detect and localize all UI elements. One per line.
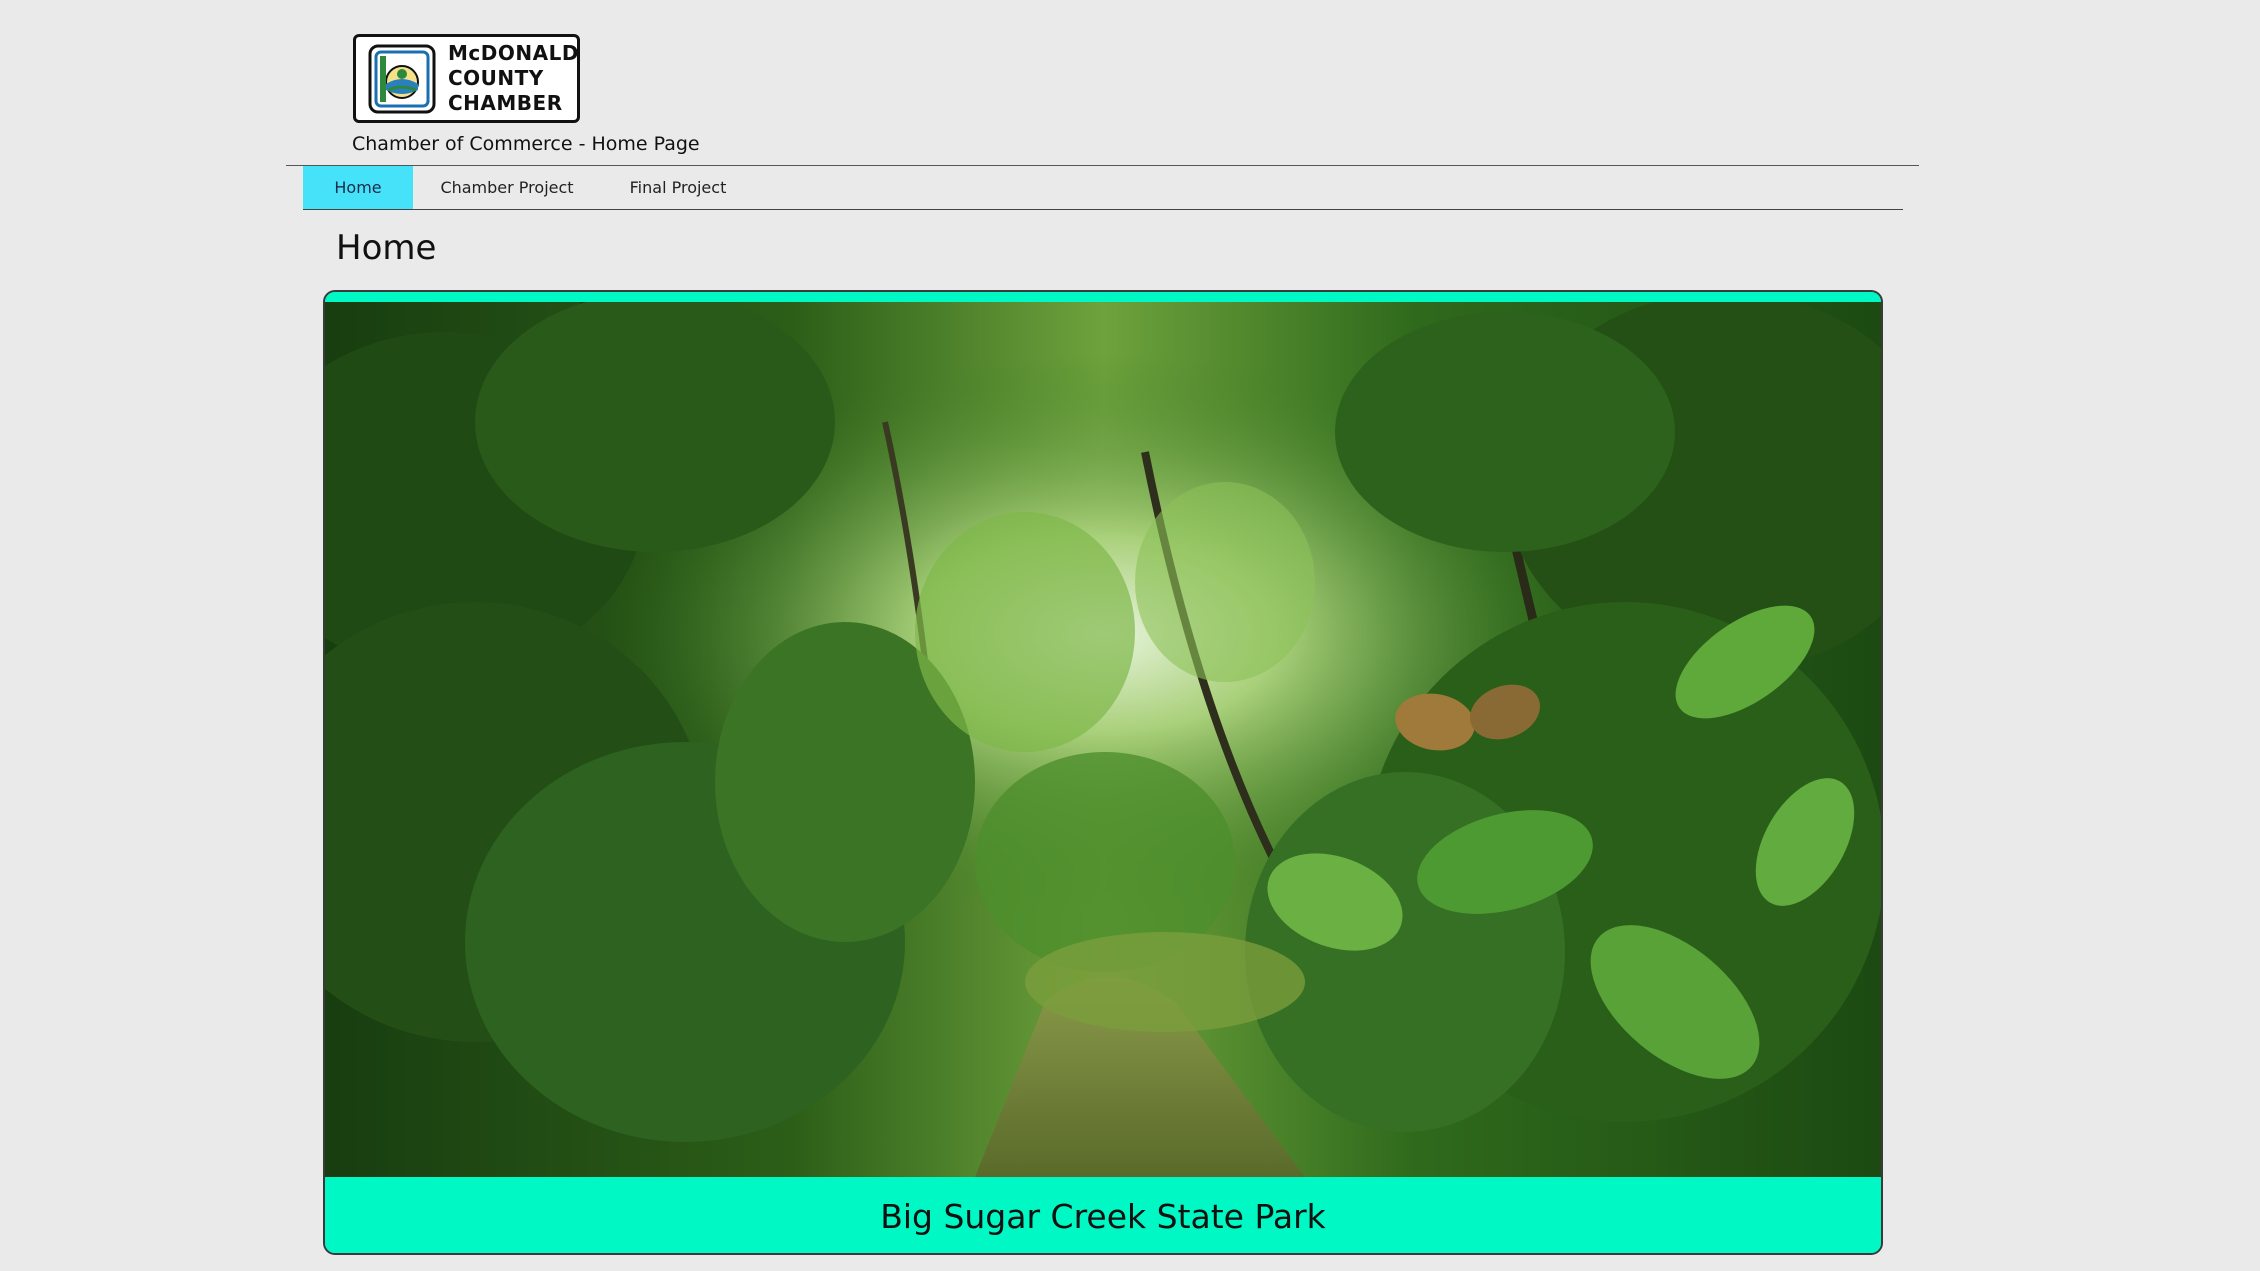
logo-line-1: McDONALD (448, 41, 579, 65)
logo-line-2: COUNTY (448, 66, 544, 90)
forest-trail-photo[interactable] (325, 302, 1881, 1177)
site-subtitle: Chamber of Commerce - Home Page (352, 133, 700, 155)
nav-item-chamber-project[interactable]: Chamber Project (413, 166, 601, 209)
site-logo[interactable]: McDONALD COUNTY CHAMBER (353, 34, 580, 123)
nav-item-home[interactable]: Home (303, 166, 413, 209)
nav-item-final-project[interactable]: Final Project (601, 166, 755, 209)
page-title: Home (336, 228, 437, 268)
nav-divider (303, 209, 1903, 210)
main-nav: Home Chamber Project Final Project (303, 166, 755, 209)
logo-text: McDONALD COUNTY CHAMBER (448, 41, 579, 116)
chamber-logo-icon (368, 44, 436, 113)
slide-caption: Big Sugar Creek State Park (325, 1177, 1881, 1253)
logo-line-3: CHAMBER (448, 91, 563, 115)
page: McDONALD COUNTY CHAMBER Chamber of Comme… (0, 0, 2260, 1271)
slideshow-card: Big Sugar Creek State Park (323, 290, 1883, 1255)
card-top-bar (325, 292, 1881, 302)
